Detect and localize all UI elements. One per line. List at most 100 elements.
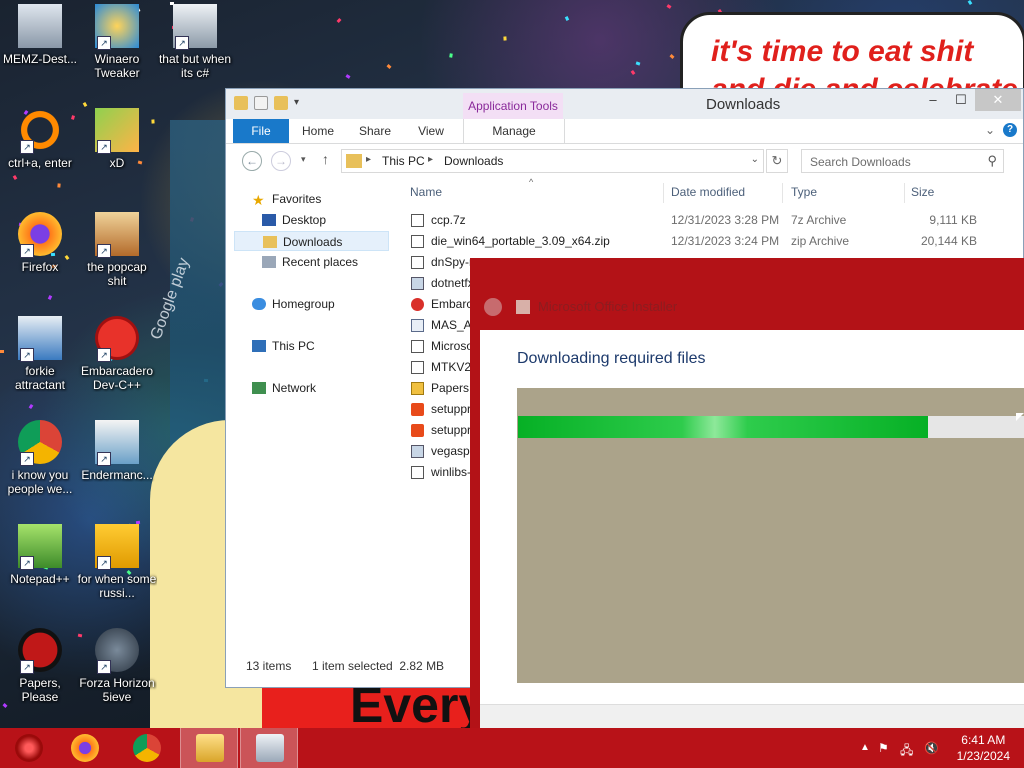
- minimize-button[interactable]: –: [919, 89, 947, 111]
- nav-desktop-label: Desktop: [282, 213, 327, 227]
- confetti-piece: [503, 36, 507, 41]
- desktop-icon[interactable]: ↗ forkie attractant: [0, 316, 80, 392]
- desktop-icon[interactable]: ↗ the popcap shit: [77, 212, 157, 288]
- shortcut-arrow-icon: ↗: [20, 244, 34, 258]
- properties-icon[interactable]: [254, 96, 268, 110]
- devcpp-icon: ↗: [95, 316, 139, 362]
- nav-downloads-label: Downloads: [283, 235, 343, 249]
- orange-ring-icon: ↗: [18, 108, 62, 154]
- tab-manage[interactable]: Manage: [463, 119, 565, 143]
- expand-ribbon-chevron-icon[interactable]: ⌄: [985, 123, 995, 137]
- breadcrumb-separator-icon[interactable]: ▸: [366, 154, 371, 165]
- address-dropdown-chevron-icon[interactable]: ⌄: [751, 154, 759, 165]
- desktop-icon-label: Notepad++: [10, 572, 70, 586]
- archive-icon: [411, 466, 424, 479]
- taskbar-button[interactable]: [118, 728, 176, 768]
- desktop-icon-label: that but when its c#: [158, 52, 232, 80]
- desktop-icon[interactable]: MEMZ-Dest...: [0, 4, 80, 66]
- confetti-piece: [564, 16, 570, 21]
- file-size: 20,144 KB: [920, 234, 977, 248]
- taskbar-button[interactable]: [240, 728, 298, 768]
- desktop-icon[interactable]: ↗ Notepad++: [0, 524, 80, 586]
- installer-icon: [256, 734, 284, 762]
- column-header-date[interactable]: Date modified: [671, 185, 745, 199]
- action-center-flag-icon[interactable]: ⚑: [878, 741, 889, 755]
- folder-icon[interactable]: [234, 96, 248, 110]
- tab-share[interactable]: Share: [351, 119, 399, 143]
- nav-network[interactable]: Network: [252, 378, 316, 398]
- desktop-icon[interactable]: ↗ Endermanc...: [77, 420, 157, 482]
- desktop-icon[interactable]: ↗ that but when its c#: [155, 4, 235, 80]
- dialog-close-circle-icon[interactable]: [484, 298, 502, 316]
- nav-recent-places[interactable]: Recent places: [262, 252, 358, 272]
- speech-bubble: it's time to eat shit and die and celebr…: [680, 12, 1024, 100]
- desktop-icon[interactable]: ↗ i know you people we...: [0, 420, 80, 496]
- tab-home[interactable]: Home: [294, 119, 342, 143]
- maximize-button[interactable]: ☐: [947, 89, 975, 111]
- file-date: 12/31/2023 3:28 PM: [671, 213, 780, 227]
- column-header-name[interactable]: Name: [410, 185, 442, 199]
- taskbar-button[interactable]: [56, 728, 114, 768]
- address-bar[interactable]: ▸ This PC ▸ Downloads ⌄: [341, 149, 764, 173]
- column-header-type[interactable]: Type: [791, 185, 817, 199]
- up-arrow-icon[interactable]: ↑: [322, 151, 329, 167]
- desktop-icon[interactable]: ↗ Firefox: [0, 212, 80, 274]
- mouse-cursor-icon: [1016, 413, 1024, 421]
- desktop-icon[interactable]: ↗ Winaero Tweaker: [77, 4, 157, 80]
- dialog-footer: [480, 704, 1024, 731]
- help-icon[interactable]: ?: [1003, 123, 1017, 137]
- desktop-icon[interactable]: ↗ Papers, Please: [0, 628, 80, 704]
- shortcut-arrow-icon: ↗: [97, 556, 111, 570]
- desktop-icon[interactable]: ↗ Forza Horizon 5ieve: [77, 628, 157, 704]
- file-row[interactable]: ccp.7z 12/31/2023 3:28 PM 7z Archive 9,111 …: [409, 210, 999, 231]
- nav-recent-places-label: Recent places: [282, 255, 359, 269]
- search-input[interactable]: [808, 151, 982, 173]
- new-folder-icon[interactable]: [274, 96, 288, 110]
- forward-arrow-icon[interactable]: →: [271, 151, 291, 171]
- installer-icon: [411, 277, 424, 290]
- nav-homegroup[interactable]: Homegroup: [252, 294, 335, 314]
- back-arrow-icon[interactable]: ←: [242, 151, 262, 171]
- desktop-icon[interactable]: ↗ ctrl+a, enter: [0, 108, 80, 170]
- firefox-icon: ↗: [18, 212, 62, 258]
- search-icon[interactable]: ⚲: [987, 153, 997, 169]
- confetti-piece: [28, 404, 34, 409]
- tab-file[interactable]: File: [233, 119, 289, 143]
- column-divider[interactable]: [782, 183, 783, 203]
- recent-locations-chevron-icon[interactable]: ▾: [301, 154, 306, 165]
- quick-access-toolbar: ▾: [234, 96, 308, 110]
- file-row[interactable]: die_win64_portable_3.09_x64.zip 12/31/202…: [409, 231, 999, 252]
- breadcrumb-downloads[interactable]: Downloads: [444, 154, 503, 168]
- volume-muted-icon[interactable]: 🔇: [924, 741, 939, 755]
- refresh-icon[interactable]: ↻: [766, 149, 788, 173]
- column-divider[interactable]: [663, 183, 664, 203]
- clock[interactable]: 6:41 AM 1/23/2024: [957, 732, 1010, 764]
- nav-favorites[interactable]: ★ Favorites: [252, 189, 321, 209]
- search-box[interactable]: ⚲: [801, 149, 1004, 173]
- breadcrumb-separator-icon[interactable]: ▸: [428, 154, 433, 165]
- show-hidden-icons-chevron-icon[interactable]: ▲: [860, 742, 870, 753]
- desktop-icon-label: MEMZ-Dest...: [3, 52, 77, 66]
- column-header-size[interactable]: Size: [911, 185, 934, 199]
- close-button[interactable]: ✕: [975, 89, 1021, 111]
- hxd-icon: ↗: [95, 108, 139, 154]
- column-divider[interactable]: [904, 183, 905, 203]
- shortcut-arrow-icon: ↗: [20, 556, 34, 570]
- archive-icon: [411, 214, 424, 227]
- shortcut-arrow-icon: ↗: [20, 140, 34, 154]
- taskbar-button[interactable]: [180, 728, 238, 768]
- nav-downloads[interactable]: Downloads: [234, 231, 389, 251]
- desktop-icon[interactable]: ↗ xD: [77, 108, 157, 170]
- nav-desktop[interactable]: Desktop: [262, 210, 326, 230]
- desktop-icon-label: i know you people we...: [7, 468, 73, 496]
- desktop-icon[interactable]: ↗ Embarcadero Dev-C++: [77, 316, 157, 392]
- title-bar[interactable]: ▾ Application Tools Downloads – ☐ ✕: [226, 89, 1023, 119]
- nav-this-pc-label: This PC: [272, 339, 315, 353]
- desktop-icon[interactable]: ↗ for when some russi...: [77, 524, 157, 600]
- taskbar-button[interactable]: [0, 728, 58, 768]
- tab-view[interactable]: View: [407, 119, 455, 143]
- breadcrumb-this-pc[interactable]: This PC: [382, 154, 425, 168]
- network-tray-icon[interactable]: 🖧: [900, 741, 913, 762]
- nav-this-pc[interactable]: This PC: [252, 336, 315, 356]
- customize-qat-icon[interactable]: ▾: [294, 96, 308, 110]
